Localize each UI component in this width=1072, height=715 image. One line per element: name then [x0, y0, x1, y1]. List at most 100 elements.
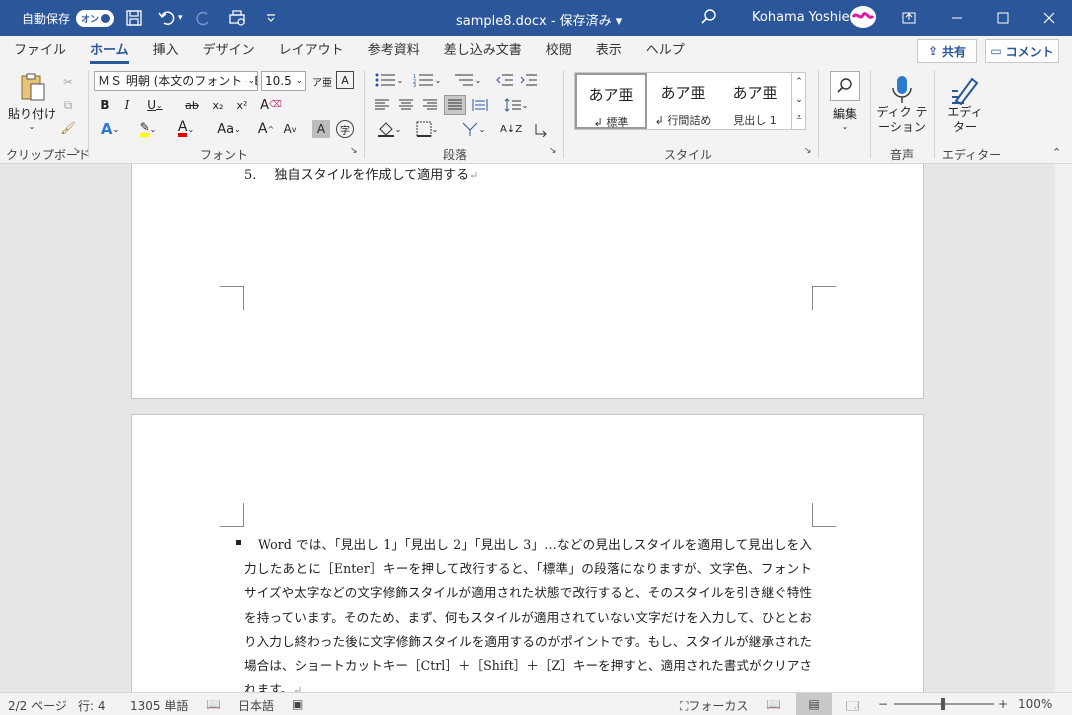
autosave-toggle[interactable]: オン	[76, 9, 115, 27]
document-title[interactable]: sample8.docx - 保存済み ▾	[456, 10, 622, 29]
font-color-icon[interactable]: A ⌄	[172, 120, 200, 138]
maximize-button[interactable]	[980, 0, 1026, 36]
asian-layout-icon[interactable]: ⌄	[456, 120, 490, 138]
tab-file[interactable]: ファイル	[14, 36, 66, 66]
change-case-icon[interactable]: Aa ⌄	[212, 120, 246, 138]
web-layout-icon[interactable]: 🗔	[846, 697, 859, 715]
style-no-spacing[interactable]: あア亜 ↲ 行間詰め	[647, 73, 719, 129]
decrease-indent-icon[interactable]	[494, 71, 516, 89]
multilevel-list-icon[interactable]: ⌄	[450, 71, 484, 89]
ribbon-display-options-icon[interactable]	[886, 0, 932, 36]
font-name-combo[interactable]: ＭＳ 明朝 (本文のフォント - E ⌄	[94, 71, 258, 91]
styles-group-label: スタイル	[664, 148, 713, 162]
bullets-icon[interactable]: ⌄	[372, 71, 406, 89]
ribbon: 貼り付け ⌄ ✂ ⧉ 🖌 クリップボード ↘ ＭＳ 明朝 (本文のフォント - …	[0, 66, 1072, 164]
paragraph-launcher-icon[interactable]: ↘	[549, 146, 557, 156]
strikethrough-button[interactable]: ab	[182, 96, 202, 114]
sort-icon[interactable]: A↓Z	[500, 120, 522, 138]
save-icon[interactable]	[120, 4, 148, 32]
shrink-font-icon[interactable]: Av	[280, 120, 300, 138]
page-count[interactable]: 2/2 ページ	[8, 697, 67, 714]
italic-button[interactable]: I	[118, 96, 136, 114]
vertical-scrollbar[interactable]	[1055, 164, 1072, 692]
styles-scroll-up-icon[interactable]: ⌃	[792, 73, 806, 91]
editing-button[interactable]: 編集 ⌄	[828, 70, 862, 132]
search-icon[interactable]	[700, 8, 718, 29]
tab-mailings[interactable]: 差し込み文書	[444, 36, 522, 66]
bold-button[interactable]: B	[96, 96, 114, 114]
enclose-characters-icon[interactable]: 字	[336, 120, 354, 138]
zoom-in-button[interactable]: +	[998, 697, 1008, 711]
focus-button[interactable]: ⛶フォーカス	[680, 697, 748, 714]
print-preview-icon[interactable]	[223, 4, 251, 32]
print-layout-icon[interactable]: ▤	[796, 693, 832, 715]
share-button[interactable]: ⇪ 共有	[917, 39, 977, 63]
style-heading-1[interactable]: あア亜 見出し 1	[719, 73, 791, 129]
align-left-icon[interactable]	[372, 96, 392, 114]
text-effects-icon[interactable]: A ⌄	[96, 120, 124, 138]
proofing-icon[interactable]: 📖	[206, 697, 221, 711]
word-count[interactable]: 1305 単語	[130, 697, 188, 714]
tab-view[interactable]: 表示	[596, 36, 622, 66]
subscript-button[interactable]: x₂	[208, 96, 228, 114]
dictate-button[interactable]: ディク テーション	[876, 70, 928, 140]
close-button[interactable]	[1026, 0, 1072, 36]
align-right-icon[interactable]	[420, 96, 440, 114]
underline-button[interactable]: U ⌄	[142, 96, 168, 114]
highlight-icon[interactable]: ✎ ⌄	[134, 120, 162, 138]
grow-font-icon[interactable]: A ^	[256, 120, 276, 138]
styles-launcher-icon[interactable]: ↘	[804, 146, 812, 156]
align-center-icon[interactable]	[396, 96, 416, 114]
borders-icon[interactable]: ⌄	[410, 120, 444, 138]
increase-indent-icon[interactable]	[518, 71, 540, 89]
show-hide-marks-icon[interactable]	[530, 120, 552, 138]
clipboard-launcher-icon[interactable]: ↘	[73, 146, 81, 156]
format-painter-icon[interactable]: 🖌	[58, 118, 78, 138]
language[interactable]: 日本語	[238, 697, 274, 714]
macro-icon[interactable]: ▣	[292, 697, 303, 711]
zoom-level[interactable]: 100%	[1018, 697, 1052, 711]
tab-design[interactable]: デザイン	[203, 36, 255, 66]
shading-icon[interactable]: ⌄	[372, 120, 406, 138]
numbering-icon[interactable]: 1 2 3 ⌄	[410, 71, 444, 89]
customize-qat-icon[interactable]	[257, 4, 285, 32]
read-mode-icon[interactable]: 📖	[766, 697, 781, 711]
editor-button[interactable]: エディ ター	[942, 70, 988, 140]
undo-dropdown-icon[interactable]: ▾	[178, 13, 183, 23]
zoom-out-button[interactable]: −	[878, 697, 888, 711]
tab-help[interactable]: ヘルプ	[646, 36, 685, 66]
styles-more-icon[interactable]: ⩡	[792, 109, 806, 127]
superscript-button[interactable]: x²	[232, 96, 252, 114]
paste-button[interactable]: 貼り付け ⌄	[8, 70, 56, 132]
clear-formatting-icon[interactable]: A ⌫	[260, 95, 282, 115]
font-size-combo[interactable]: 10.5 ⌄	[261, 71, 306, 91]
avatar[interactable]	[850, 6, 876, 28]
tab-insert[interactable]: 挿入	[153, 36, 179, 66]
phonetic-guide-icon[interactable]: ア亜	[312, 71, 332, 91]
cut-icon[interactable]: ✂	[58, 72, 78, 92]
tab-layout[interactable]: レイアウト	[279, 36, 344, 66]
list-item: 5. 独自スタイルを作成して適用する↵	[244, 168, 479, 183]
user-name[interactable]: Kohama Yoshie	[752, 10, 850, 25]
style-normal[interactable]: あア亜 ↲ 標準	[575, 73, 647, 129]
zoom-slider[interactable]	[894, 698, 994, 710]
minimize-button[interactable]	[934, 0, 980, 36]
comment-button[interactable]: ▭ コメント	[985, 39, 1059, 63]
font-launcher-icon[interactable]: ↘	[350, 146, 358, 156]
copy-icon[interactable]: ⧉	[58, 95, 78, 115]
tab-references[interactable]: 参考資料	[368, 36, 420, 66]
styles-scroll-down-icon[interactable]: ⌄	[792, 91, 806, 109]
character-border-icon[interactable]: A	[336, 71, 354, 89]
document-area[interactable]: 5. 独自スタイルを作成して適用する↵ Word では、「見出し 1」「見出し …	[0, 164, 1072, 692]
ribbon-tabs: ファイル ホーム 挿入 デザイン レイアウト 参考資料 差し込み文書 校閲 表示…	[0, 36, 1072, 66]
tab-review[interactable]: 校閲	[546, 36, 572, 66]
editing-label: 編集	[832, 107, 857, 121]
distributed-icon[interactable]	[470, 96, 490, 114]
line-spacing-icon[interactable]: ⌄	[500, 96, 532, 114]
character-shading-icon[interactable]: A	[312, 120, 330, 138]
share-icon: ⇪	[927, 44, 939, 58]
line-number[interactable]: 行: 4	[78, 697, 106, 714]
collapse-ribbon-icon[interactable]: ⌃	[1052, 146, 1061, 159]
justify-icon[interactable]	[444, 95, 466, 115]
tab-home[interactable]: ホーム	[90, 36, 129, 66]
